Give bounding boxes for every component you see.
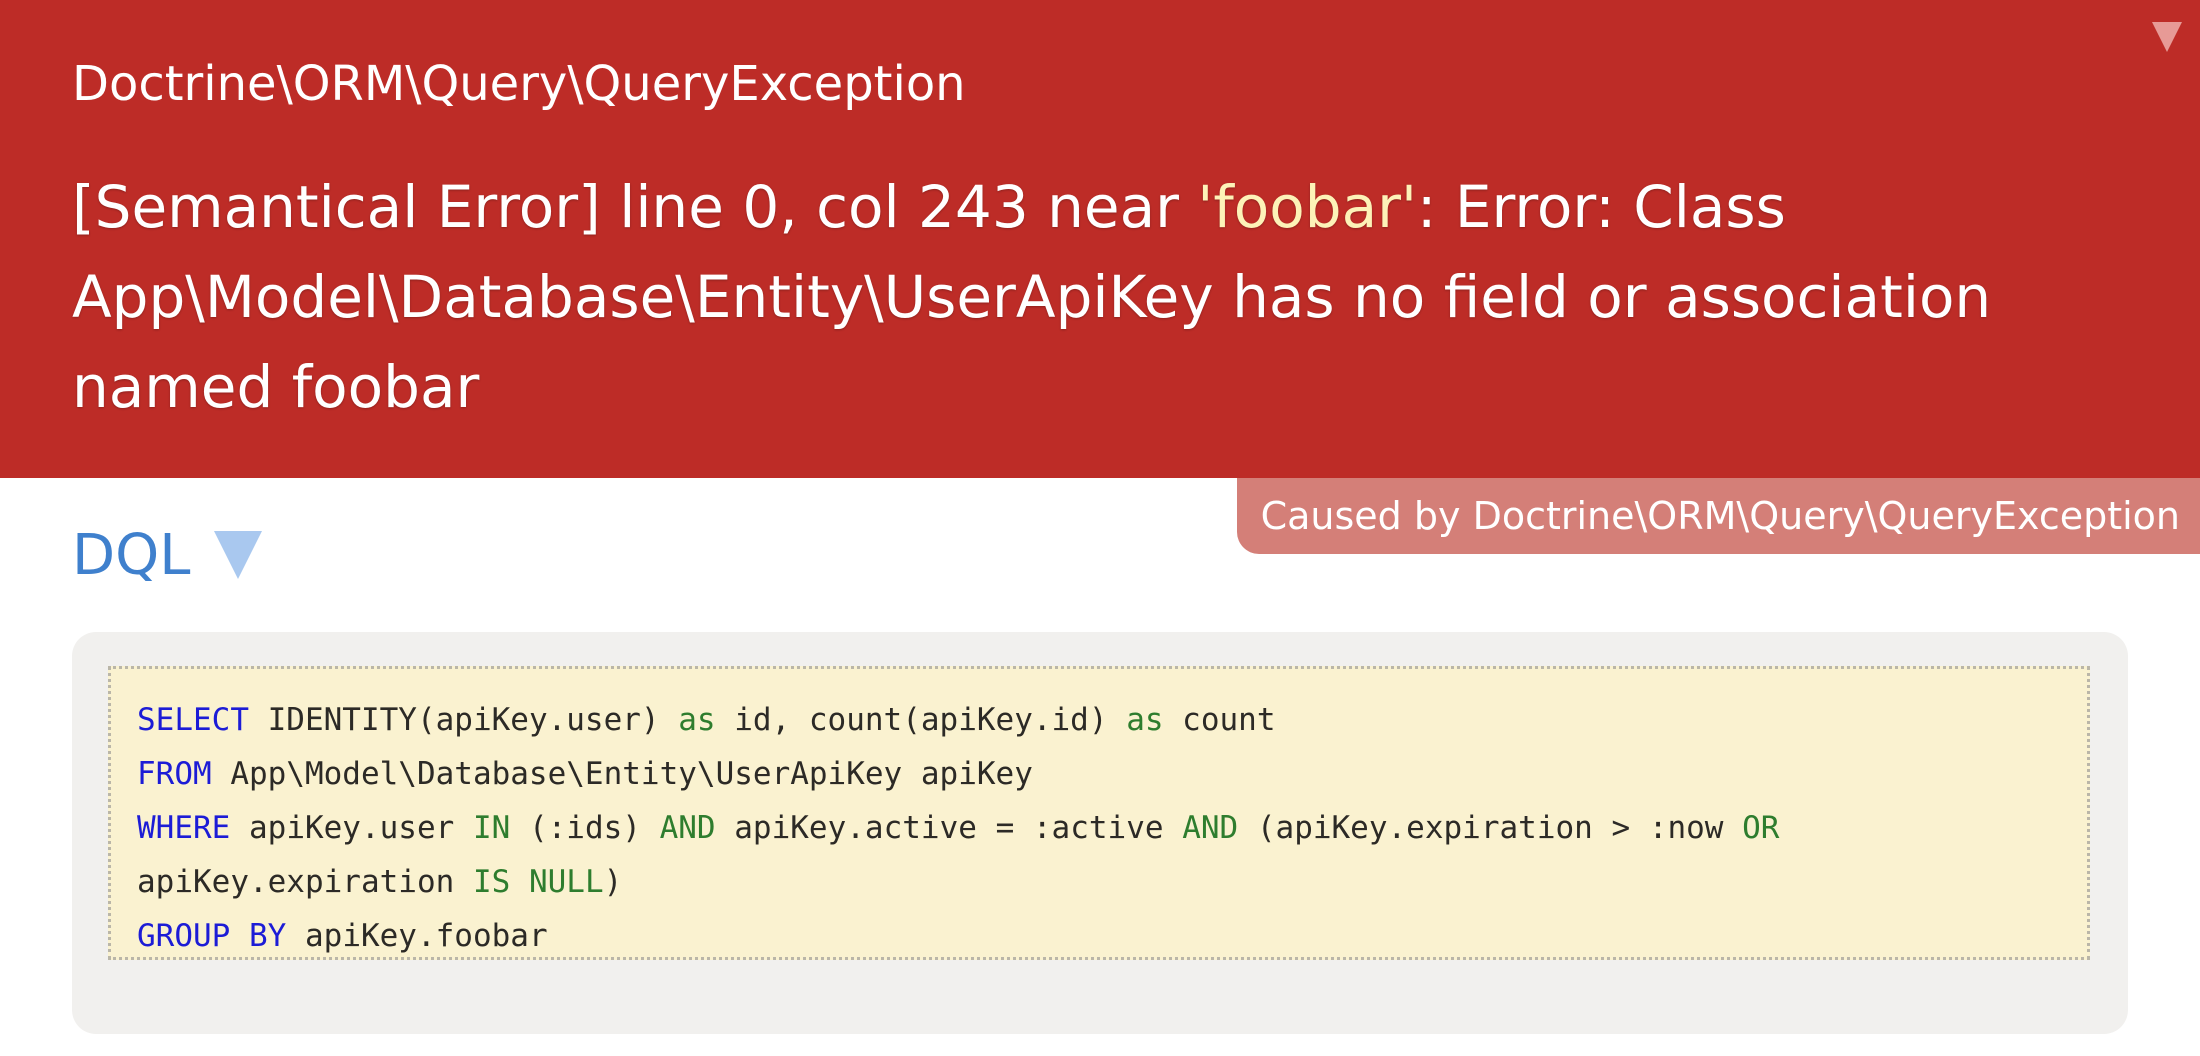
dql-section-toggle[interactable]: DQL	[72, 520, 263, 590]
code-operator: AND	[659, 810, 716, 846]
code-text: apiKey.foobar	[286, 918, 548, 954]
code-keyword: WHERE	[137, 810, 231, 846]
code-text: id, count(apiKey.id)	[715, 702, 1127, 738]
code-operator: NULL	[528, 864, 604, 900]
code-text: App\Model\Database\Entity\UserApiKey api…	[211, 756, 1033, 792]
code-operator: OR	[1742, 810, 1780, 846]
exception-header: Doctrine\ORM\Query\QueryException [Seman…	[0, 0, 2200, 478]
code-line: GROUP BY apiKey.foobar	[137, 909, 2063, 963]
exception-class-name: Doctrine\ORM\Query\QueryException	[72, 56, 966, 112]
code-line: apiKey.expiration IS NULL)	[137, 855, 2063, 909]
code-text: count	[1163, 702, 1276, 738]
code-operator: as	[1126, 702, 1164, 738]
exception-message-text: [Semantical Error] line 0, col 243 near	[72, 173, 1198, 241]
dql-panel: SELECT IDENTITY(apiKey.user) as id, coun…	[72, 632, 2128, 1034]
exception-message: [Semantical Error] line 0, col 243 near …	[72, 162, 2132, 432]
code-line: WHERE apiKey.user IN (:ids) AND apiKey.a…	[137, 801, 2063, 855]
code-operator: as	[678, 702, 716, 738]
triangle-down-icon[interactable]	[2152, 22, 2182, 52]
dql-code-block: SELECT IDENTITY(apiKey.user) as id, coun…	[108, 666, 2090, 960]
code-operator: IN	[472, 810, 511, 846]
caused-by-button[interactable]: Caused by Doctrine\ORM\Query\QueryExcept…	[1236, 478, 2200, 554]
exception-message-highlight: 'foobar'	[1197, 173, 1417, 241]
code-line: FROM App\Model\Database\Entity\UserApiKe…	[137, 747, 2063, 801]
code-line: SELECT IDENTITY(apiKey.user) as id, coun…	[137, 693, 2063, 747]
triangle-down-icon	[214, 531, 263, 579]
code-text: apiKey.active = :active	[715, 810, 1183, 846]
code-operator: AND	[1182, 810, 1239, 846]
code-text: IDENTITY(apiKey.user)	[248, 702, 679, 738]
code-operator: IS	[472, 864, 511, 900]
code-text: (apiKey.expiration > :now	[1238, 810, 1743, 846]
code-keyword: GROUP	[137, 918, 231, 954]
code-text: apiKey.user	[230, 810, 473, 846]
code-text: (:ids)	[510, 810, 660, 846]
section-title: DQL	[72, 522, 191, 588]
code-text: )	[603, 864, 623, 900]
code-keyword: BY	[249, 918, 287, 954]
code-keyword: FROM	[137, 756, 212, 792]
code-text: apiKey.expiration	[137, 864, 473, 900]
code-keyword: SELECT	[137, 702, 249, 738]
